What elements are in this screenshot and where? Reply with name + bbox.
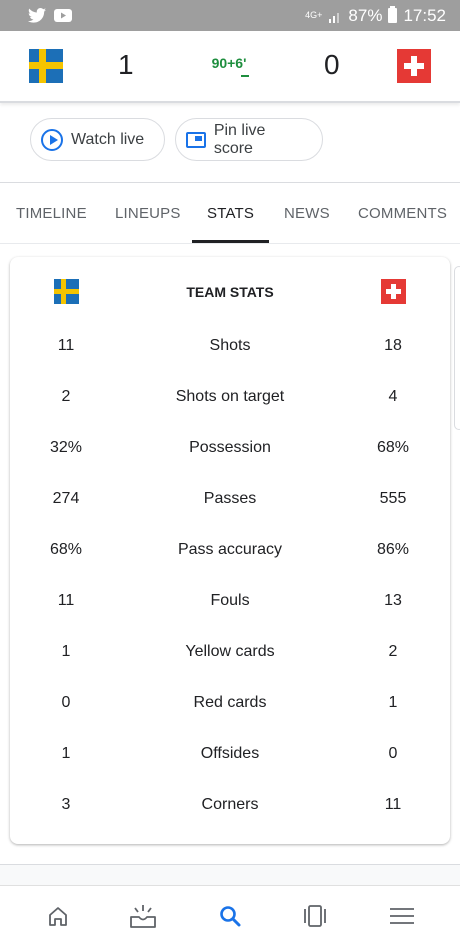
stat-label: Fouls: [210, 592, 250, 609]
tabs-icon: [304, 905, 326, 927]
youtube-icon: [54, 9, 72, 22]
stat-row-shots: 11 Shots 18: [10, 337, 450, 361]
notification-icons: [28, 8, 72, 23]
search-button[interactable]: [216, 902, 244, 930]
menu-button[interactable]: [388, 902, 416, 930]
stat-row-yellow-cards: 1 Yellow cards 2: [10, 643, 450, 667]
home-value: 0: [61, 694, 71, 711]
away-value: 0: [388, 745, 398, 762]
tab-lineups[interactable]: LINEUPS: [115, 205, 181, 222]
away-value: 18: [384, 337, 402, 354]
stat-row-pass-accuracy: 68% Pass accuracy 86%: [10, 541, 450, 565]
bottom-navigation: [0, 885, 460, 946]
pin-live-score-label: Pin live score: [213, 121, 266, 157]
tab-news[interactable]: NEWS: [284, 205, 330, 222]
play-icon: [41, 128, 63, 151]
stat-row-possession: 32% Possession 68%: [10, 439, 450, 463]
watch-live-label: Watch live: [71, 130, 145, 148]
battery-percent: 87%: [348, 5, 383, 25]
stat-row-shots-on-target: 2 Shots on target 4: [10, 388, 450, 412]
stat-label: Offsides: [200, 745, 260, 762]
stat-label: Yellow cards: [185, 643, 275, 660]
divider: [0, 243, 460, 244]
twitter-icon: [28, 8, 46, 23]
away-value: 11: [384, 796, 402, 813]
clock: 17:52: [403, 5, 446, 25]
spacer: [0, 865, 460, 885]
away-value: 13: [384, 592, 402, 609]
home-value: 32%: [49, 439, 83, 456]
home-value: 3: [61, 796, 71, 813]
team-stats-card: TEAM STATS 11 Shots 18 2 Shots on target…: [10, 257, 450, 844]
stat-label: Red cards: [193, 694, 267, 711]
pin-live-score-button[interactable]: Pin live score: [175, 118, 323, 161]
menu-icon: [390, 908, 414, 924]
away-value: 68%: [376, 439, 410, 456]
stat-label: Passes: [203, 490, 257, 507]
away-value: 555: [379, 490, 407, 507]
tabs-button[interactable]: [301, 902, 329, 930]
sweden-flag-icon: [29, 49, 63, 83]
stat-label: Corners: [201, 796, 259, 813]
away-value: 2: [388, 643, 398, 660]
away-value: 4: [388, 388, 398, 405]
stat-label: Possession: [189, 439, 271, 456]
tab-comments[interactable]: COMMENTS: [358, 205, 447, 222]
search-icon: [220, 906, 241, 927]
switzerland-flag-icon: [381, 279, 406, 304]
stat-row-corners: 3 Corners 11: [10, 796, 450, 820]
stat-label: Shots: [209, 337, 251, 354]
home-value: 11: [57, 337, 75, 354]
home-value: 11: [57, 592, 75, 609]
updates-button[interactable]: [129, 902, 157, 930]
stat-label: Pass accuracy: [177, 541, 283, 558]
tab-stats[interactable]: STATS: [207, 205, 254, 222]
match-minute: 90+6': [211, 55, 247, 71]
team-stats-title: TEAM STATS: [186, 284, 274, 300]
home-value: 68%: [49, 541, 83, 558]
pin-icon: [186, 131, 206, 148]
home-value: 1: [61, 643, 71, 660]
live-indicator: [241, 75, 249, 77]
updates-icon: [130, 905, 156, 928]
network-type: 4G+: [305, 10, 323, 20]
sweden-flag-icon: [54, 279, 79, 304]
status-bar: 4G+ 87% 17:52: [0, 0, 460, 31]
away-score: 0: [324, 49, 340, 80]
stat-row-red-cards: 0 Red cards 1: [10, 694, 450, 718]
stat-label: Shots on target: [175, 388, 285, 405]
signal-icon: [329, 12, 340, 23]
status-right: 4G+ 87% 17:52: [305, 6, 446, 26]
home-score: 1: [118, 49, 134, 80]
home-value: 1: [61, 745, 71, 762]
home-button[interactable]: [44, 902, 72, 930]
watch-live-button[interactable]: Watch live: [30, 118, 165, 161]
tab-timeline[interactable]: TIMELINE: [16, 205, 87, 222]
battery-icon: [388, 6, 398, 23]
switzerland-flag-icon: [397, 49, 431, 83]
stat-row-passes: 274 Passes 555: [10, 490, 450, 514]
away-value: 1: [388, 694, 398, 711]
stat-row-fouls: 11 Fouls 13: [10, 592, 450, 616]
home-value: 2: [61, 388, 71, 405]
stat-row-offsides: 1 Offsides 0: [10, 745, 450, 769]
score-header[interactable]: 1 90+6' 0: [0, 31, 460, 103]
away-value: 86%: [376, 541, 410, 558]
home-value: 274: [52, 490, 80, 507]
divider: [0, 182, 460, 183]
home-icon: [49, 907, 67, 926]
next-card-peek[interactable]: [454, 266, 460, 430]
